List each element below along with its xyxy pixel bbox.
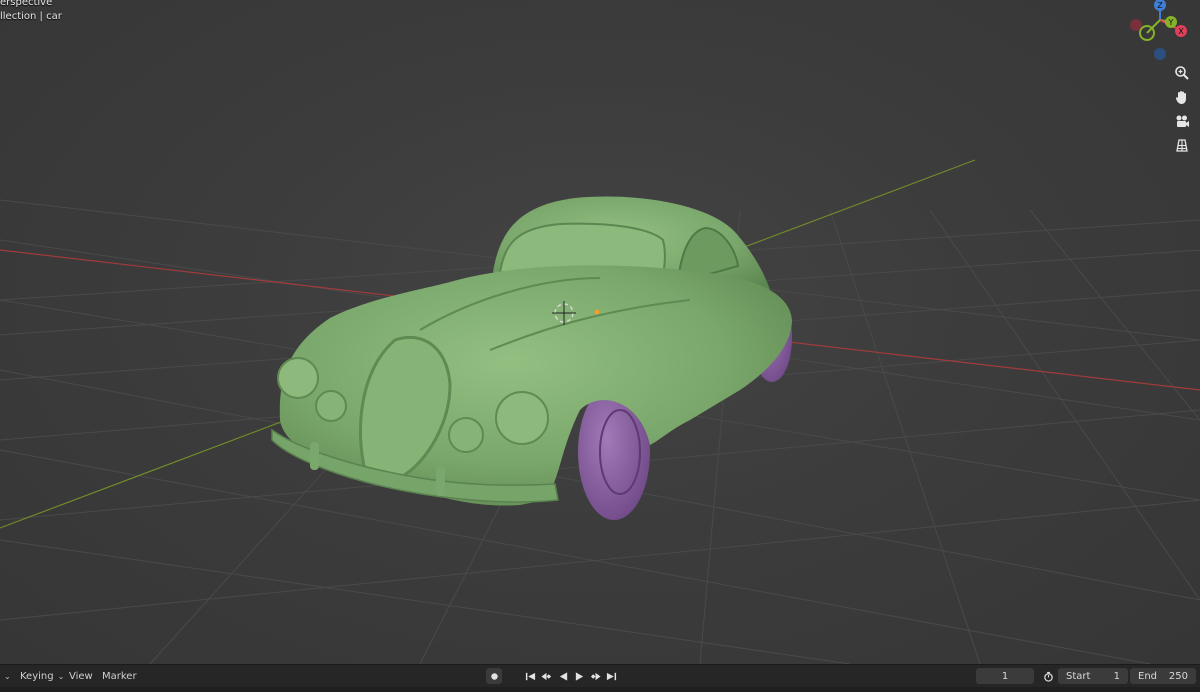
stopwatch-icon[interactable] <box>1040 668 1056 684</box>
jump-next-keyframe-button[interactable] <box>587 668 603 684</box>
timeline-frame-ruler[interactable] <box>0 687 1200 692</box>
start-frame-label: Start <box>1066 670 1091 682</box>
viewport-scene[interactable] <box>0 0 1200 664</box>
current-frame-field[interactable]: 1 <box>976 668 1034 684</box>
chevron-down-icon: ⌄ <box>4 671 11 681</box>
menu-marker[interactable]: Marker <box>102 669 137 683</box>
grid-ortho-icon[interactable] <box>1171 135 1193 155</box>
view-name-label: erspective <box>0 0 53 8</box>
record-button[interactable] <box>486 668 502 684</box>
neg-z-axis-handle[interactable] <box>1154 48 1166 60</box>
menu-keying-label: Keying <box>20 670 54 682</box>
end-frame-field[interactable]: End 250 <box>1130 668 1196 684</box>
jump-to-start-button[interactable] <box>522 668 538 684</box>
record-icon <box>490 672 498 680</box>
3d-viewport[interactable]: erspective llection | car Z Y X <box>0 0 1200 664</box>
menu-view[interactable]: View <box>69 669 93 683</box>
next-keyframe-icon <box>590 672 601 680</box>
navigation-gizmo[interactable]: Z Y X <box>1120 0 1200 64</box>
end-frame-value: 250 <box>1168 670 1188 682</box>
play-reverse-button[interactable] <box>555 668 571 684</box>
left-headlight <box>277 357 319 399</box>
play-icon <box>575 671 583 681</box>
x-axis-handle[interactable]: X <box>1175 25 1187 37</box>
jump-start-icon <box>525 672 535 680</box>
jump-prev-keyframe-button[interactable] <box>538 668 554 684</box>
editor-type-chevron[interactable]: ⌄ <box>0 669 11 683</box>
z-axis-handle[interactable]: Z <box>1154 0 1166 11</box>
start-frame-field[interactable]: Start 1 <box>1058 668 1128 684</box>
timeline-header: ⌄ Keying ⌄ View Marker 1 Start 1 End 250 <box>0 664 1200 687</box>
menu-view-label: View <box>69 670 93 682</box>
camera-icon[interactable] <box>1171 111 1193 131</box>
svg-text:Z: Z <box>1157 1 1163 10</box>
jump-end-icon <box>606 672 616 680</box>
zoom-icon[interactable] <box>1171 63 1193 83</box>
menu-keying[interactable]: Keying ⌄ <box>20 669 64 683</box>
hand-pan-icon[interactable] <box>1171 87 1193 107</box>
prev-keyframe-icon <box>540 672 551 680</box>
svg-text:X: X <box>1178 27 1184 36</box>
svg-text:Y: Y <box>1168 18 1174 27</box>
collection-label: llection | car <box>0 11 62 22</box>
object-origin <box>594 309 600 315</box>
car-model[interactable] <box>271 196 793 520</box>
play-reverse-icon <box>559 671 567 681</box>
end-frame-label: End <box>1138 670 1158 682</box>
play-button[interactable] <box>571 668 587 684</box>
start-frame-value: 1 <box>1113 670 1120 682</box>
right-headlight <box>495 391 549 445</box>
jump-to-end-button[interactable] <box>603 668 619 684</box>
chevron-down-icon: ⌄ <box>57 671 65 681</box>
menu-marker-label: Marker <box>102 670 137 682</box>
y-axis-handle[interactable]: Y <box>1165 16 1177 28</box>
